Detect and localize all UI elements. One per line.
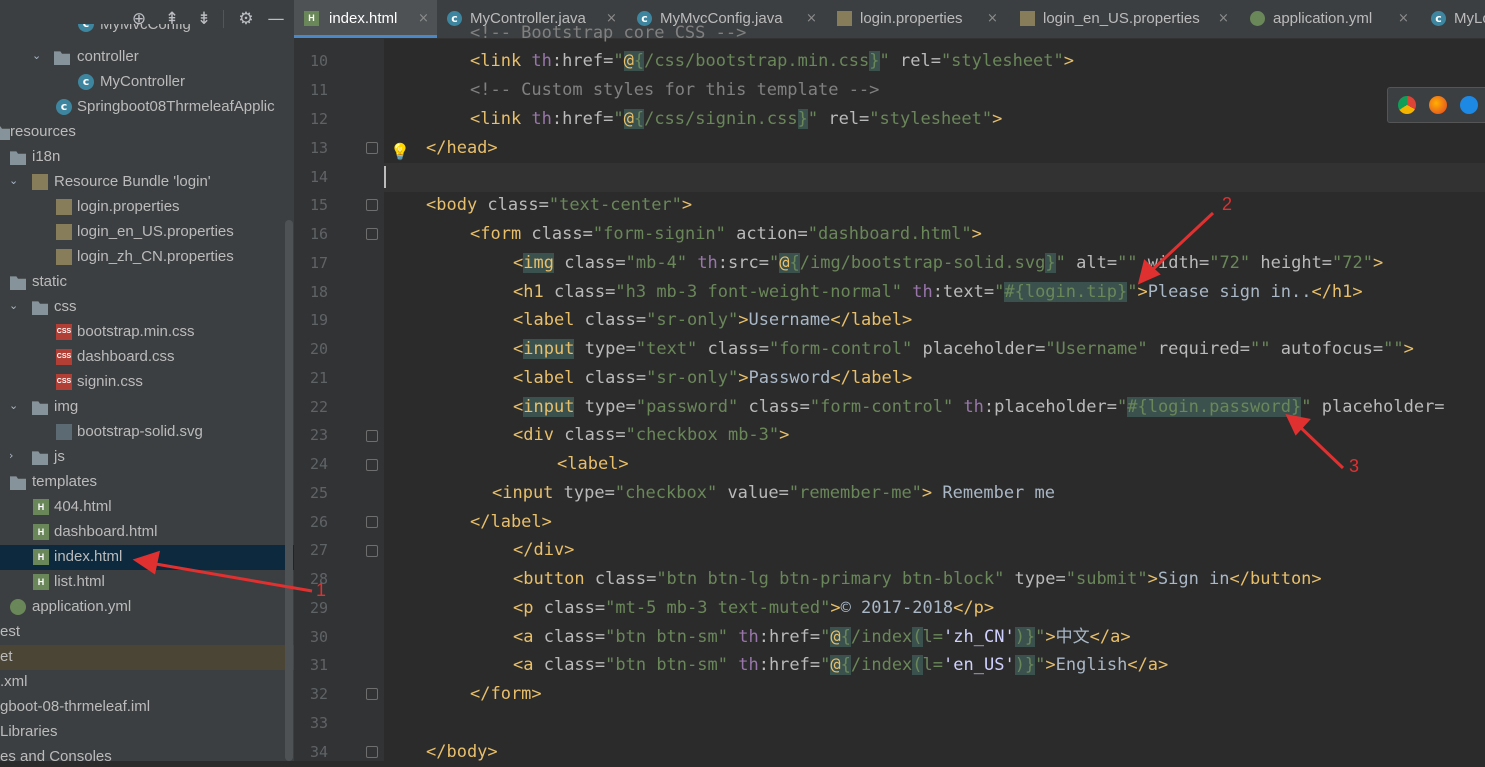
annotation-overlay <box>132 211 1345 593</box>
annotation-label-2: 2 <box>1222 194 1233 214</box>
annotation-arrowhead-1 <box>132 550 160 575</box>
annotation-label-3: 3 <box>1349 456 1360 476</box>
annotation-label-1: 1 <box>316 580 327 600</box>
annotation-arrow-1 <box>149 561 313 593</box>
annotation-arrow-3 <box>1296 423 1345 470</box>
annotation-arrow-2 <box>1148 211 1215 274</box>
